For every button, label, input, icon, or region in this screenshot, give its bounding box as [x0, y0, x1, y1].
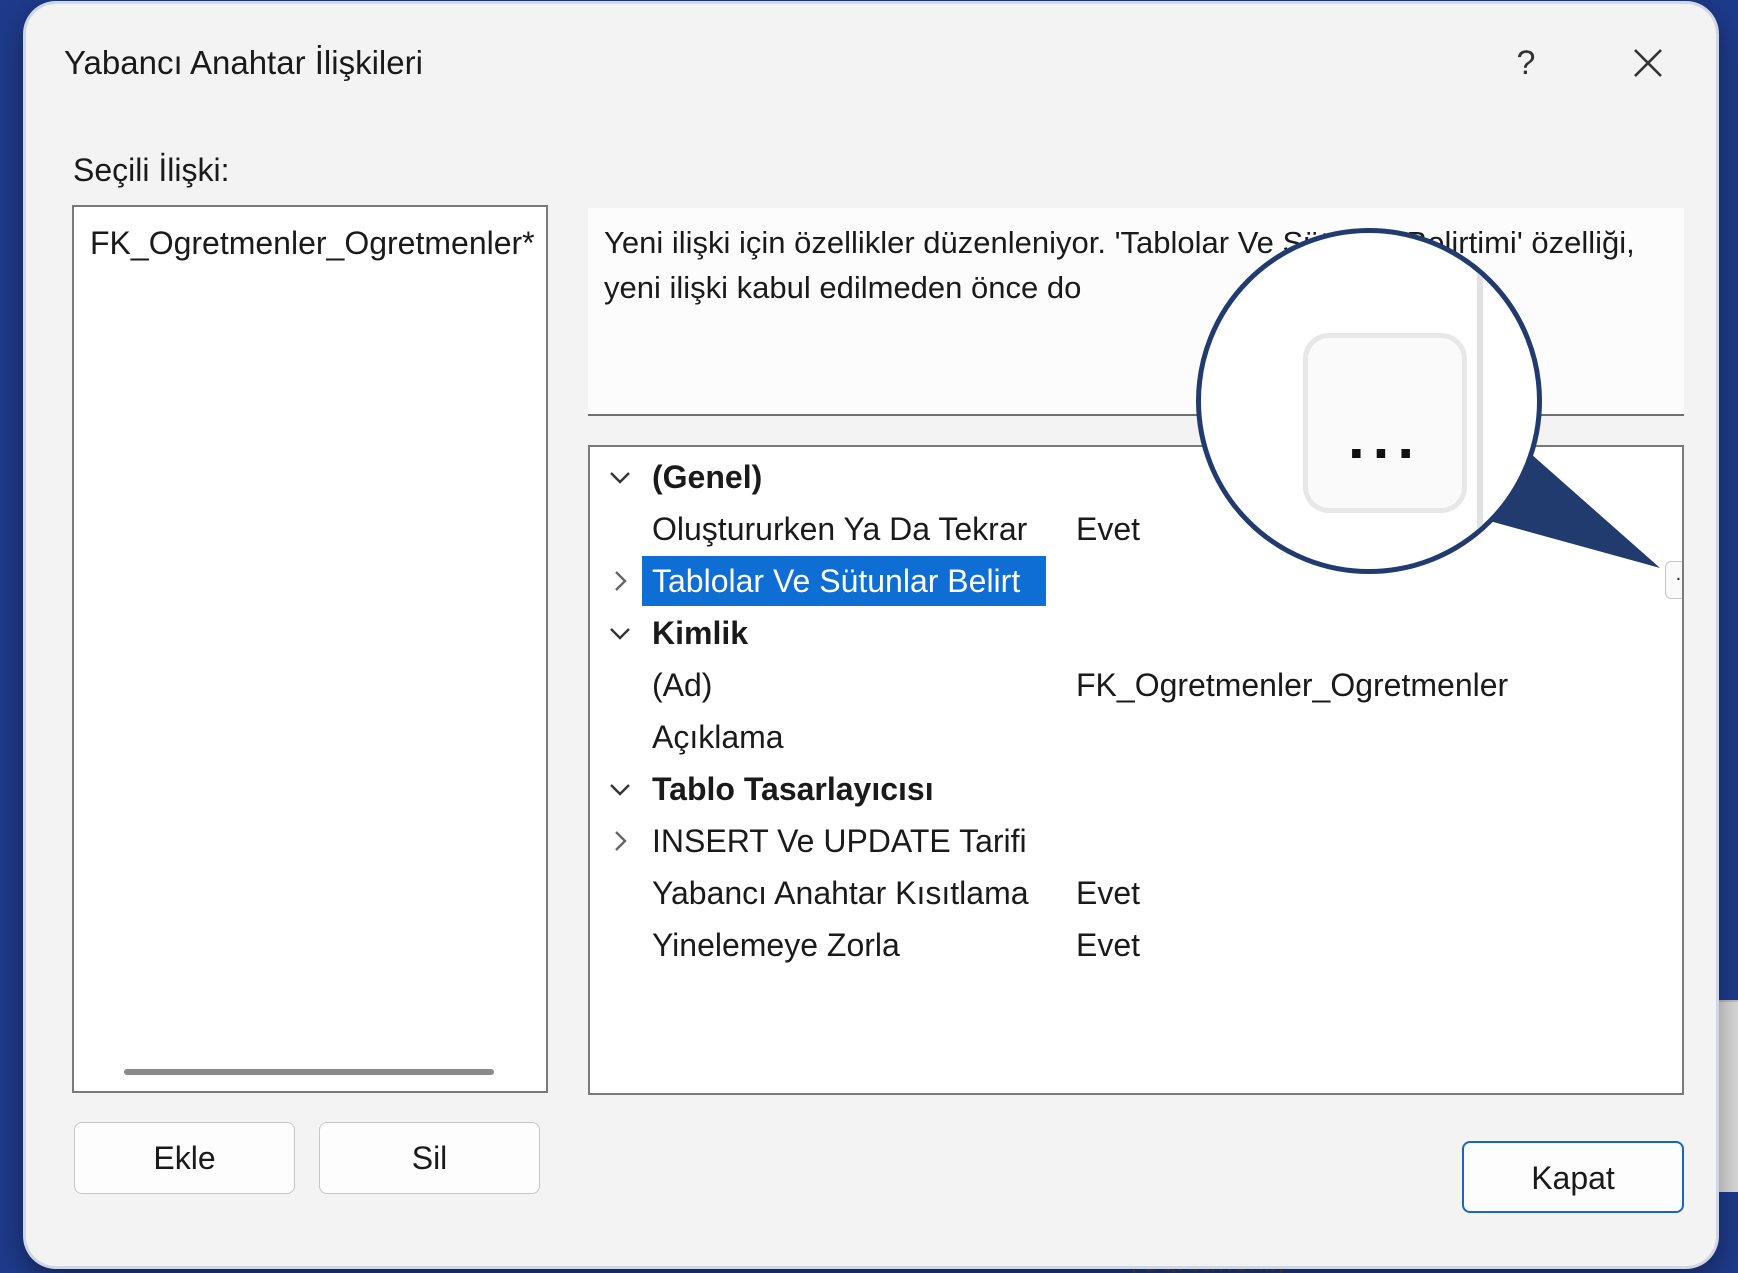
- property-row[interactable]: INSERT Ve UPDATE Tarifi: [590, 815, 1682, 867]
- foreign-key-relationships-dialog: Yabancı Anahtar İlişkileri ? Seçili İliş…: [26, 4, 1716, 1266]
- property-name: INSERT Ve UPDATE Tarifi: [652, 823, 1027, 859]
- property-value[interactable]: Evet: [1076, 919, 1140, 971]
- property-value[interactable]: FK_Ogretmenler_Ogretmenler: [1076, 659, 1508, 711]
- chevron-right-icon[interactable]: [604, 555, 636, 607]
- property-grid: (Genel) Oluştururken Ya Da Tekrar Evet T…: [588, 445, 1684, 1095]
- ellipsis-button[interactable]: ...: [1665, 561, 1682, 599]
- property-row[interactable]: Yinelemeye Zorla Evet: [590, 919, 1682, 971]
- property-name: (Ad): [652, 667, 713, 703]
- chevron-down-icon[interactable]: [604, 607, 636, 659]
- category-label: Tablo Tasarlayıcısı: [652, 771, 934, 807]
- horizontal-scrollbar[interactable]: [124, 1069, 494, 1075]
- category-label: (Genel): [652, 459, 763, 495]
- category-table-designer[interactable]: Tablo Tasarlayıcısı: [590, 763, 1682, 815]
- magnifier-divider: [1477, 233, 1483, 569]
- property-name: Açıklama: [652, 719, 784, 755]
- close-button[interactable]: Kapat: [1462, 1141, 1684, 1213]
- property-name: Tablolar Ve Sütunlar Belirt: [642, 556, 1046, 606]
- chevron-down-icon[interactable]: [604, 451, 636, 503]
- property-value[interactable]: Evet: [1076, 867, 1140, 919]
- property-name: Yinelemeye Zorla: [652, 927, 900, 963]
- title-bar: Yabancı Anahtar İlişkileri ?: [26, 4, 1716, 114]
- property-row[interactable]: Açıklama: [590, 711, 1682, 763]
- property-row[interactable]: Oluştururken Ya Da Tekrar Evet: [590, 503, 1682, 555]
- magnifier-callout: ...: [1196, 228, 1542, 574]
- selected-relation-label: Seçili İlişki:: [73, 152, 230, 188]
- category-label: Kimlik: [652, 615, 749, 651]
- list-item[interactable]: FK_Ogretmenler_Ogretmenler*: [90, 225, 535, 262]
- property-row[interactable]: Yabancı Anahtar Kısıtlama Evet: [590, 867, 1682, 919]
- add-button[interactable]: Ekle: [74, 1122, 295, 1194]
- magnified-ellipsis-icon: ...: [1303, 333, 1467, 513]
- help-button[interactable]: ?: [1491, 32, 1561, 94]
- dialog-title: Yabancı Anahtar İlişkileri: [64, 44, 423, 81]
- delete-button[interactable]: Sil: [319, 1122, 540, 1194]
- property-value[interactable]: Evet: [1076, 503, 1140, 555]
- category-identity[interactable]: Kimlik: [590, 607, 1682, 659]
- property-name: Yabancı Anahtar Kısıtlama: [652, 875, 1029, 911]
- property-row-tables-columns[interactable]: Tablolar Ve Sütunlar Belirt: [590, 555, 1682, 607]
- chevron-down-icon[interactable]: [604, 763, 636, 815]
- close-icon[interactable]: [1613, 32, 1683, 94]
- property-name: Oluştururken Ya Da Tekrar: [652, 511, 1028, 547]
- chevron-right-icon[interactable]: [604, 815, 636, 867]
- relation-list[interactable]: FK_Ogretmenler_Ogretmenler*: [72, 205, 548, 1093]
- property-row[interactable]: (Ad) FK_Ogretmenler_Ogretmenler: [590, 659, 1682, 711]
